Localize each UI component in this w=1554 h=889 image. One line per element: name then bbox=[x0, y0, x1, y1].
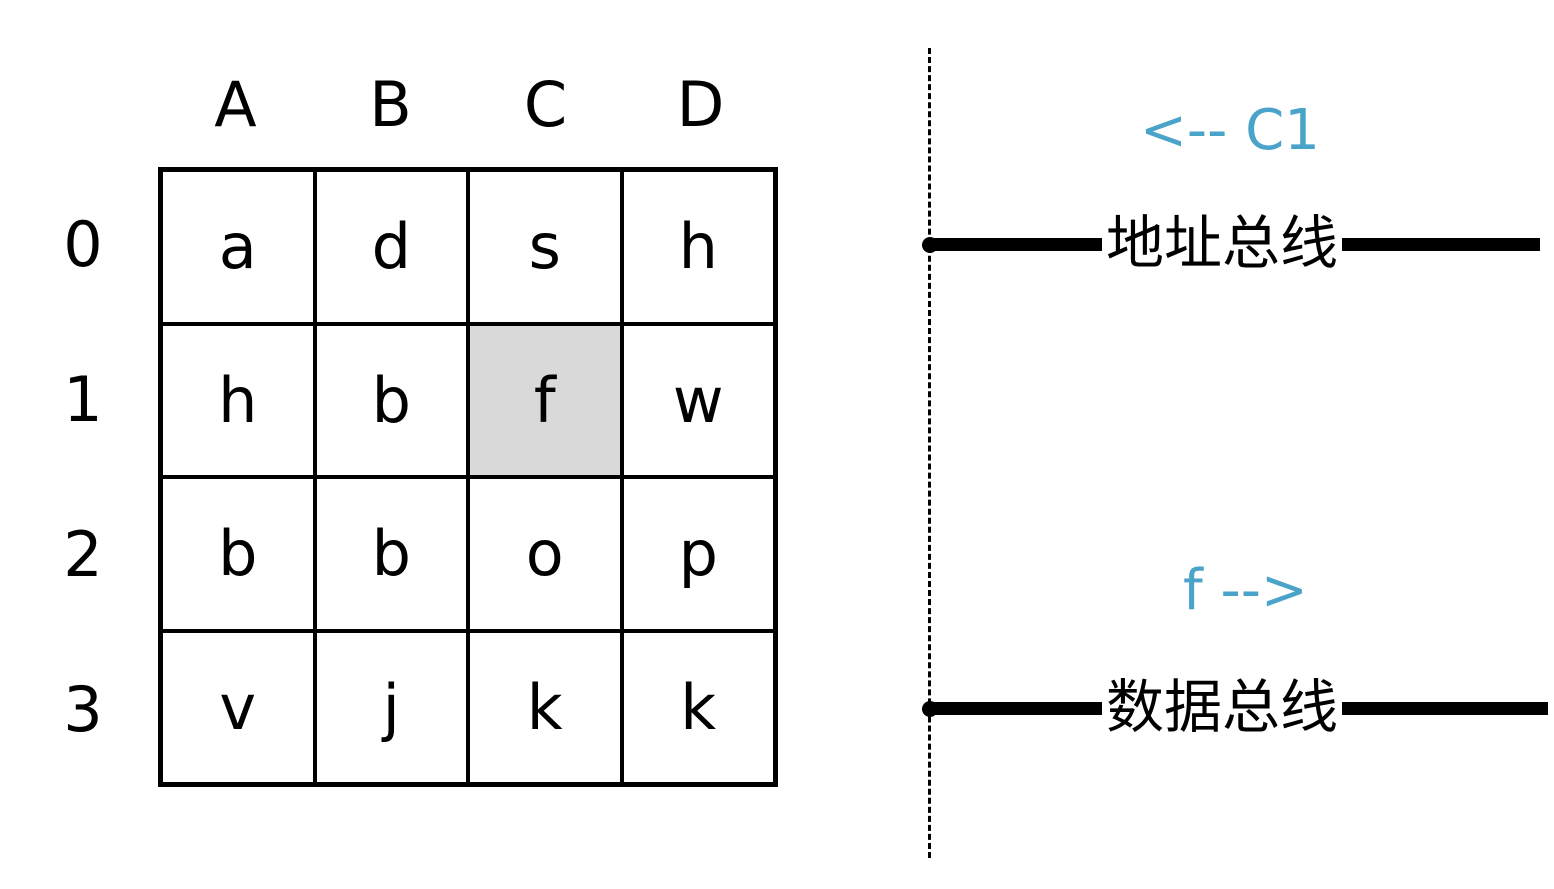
memory-cell-d2: p bbox=[621, 477, 775, 631]
column-header-c: C bbox=[523, 68, 568, 141]
column-header-d: D bbox=[676, 68, 725, 141]
memory-cell-a2: b bbox=[161, 477, 315, 631]
memory-cell-b3: j bbox=[314, 630, 468, 784]
memory-cell-b0: d bbox=[314, 170, 468, 324]
row-header-0: 0 bbox=[63, 208, 103, 281]
memory-cell-a3: v bbox=[161, 630, 315, 784]
memory-cell-c1-highlighted: f bbox=[468, 323, 622, 477]
memory-cell-c0: s bbox=[468, 170, 622, 324]
memory-grid: a d s h h b f w b b o p v j k k bbox=[158, 167, 778, 787]
memory-cell-b1: b bbox=[314, 323, 468, 477]
dashed-divider bbox=[928, 48, 931, 858]
memory-cell-a1: h bbox=[161, 323, 315, 477]
address-signal: <-- C1 bbox=[1140, 98, 1320, 163]
data-bus-label: 数据总线 bbox=[1102, 672, 1343, 742]
column-header-b: B bbox=[369, 68, 412, 141]
row-header-3: 3 bbox=[63, 673, 103, 746]
row-header-2: 2 bbox=[63, 518, 103, 591]
column-header-a: A bbox=[214, 68, 257, 141]
address-bus-label: 地址总线 bbox=[1102, 208, 1343, 278]
memory-cell-d1: w bbox=[621, 323, 775, 477]
memory-cell-a0: a bbox=[161, 170, 315, 324]
memory-cell-b2: b bbox=[314, 477, 468, 631]
row-header-1: 1 bbox=[63, 363, 103, 436]
memory-cell-c3: k bbox=[468, 630, 622, 784]
memory-cell-d0: h bbox=[621, 170, 775, 324]
memory-cell-c2: o bbox=[468, 477, 622, 631]
memory-cell-d3: k bbox=[621, 630, 775, 784]
data-signal: f --> bbox=[1183, 558, 1308, 623]
